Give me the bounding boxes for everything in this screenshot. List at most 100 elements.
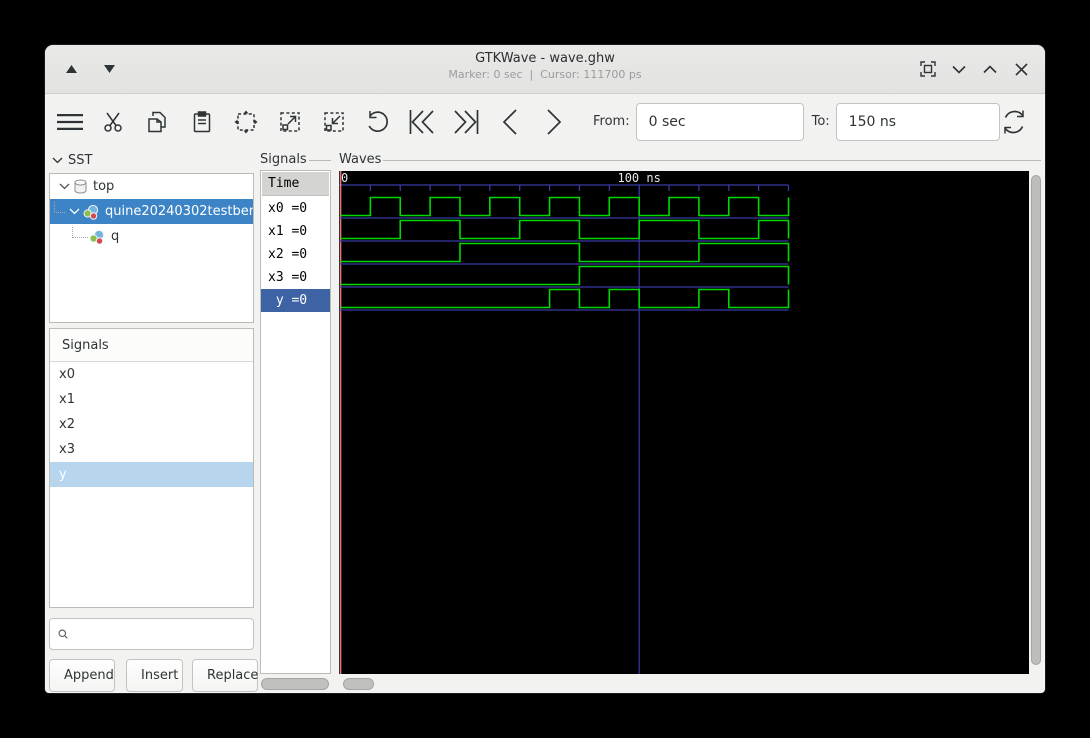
skip-to-end-icon xyxy=(454,109,479,134)
tree-connector xyxy=(54,202,65,213)
chevron-down-icon xyxy=(952,65,966,74)
insert-button[interactable]: Insert xyxy=(126,659,183,692)
scrollbar-thumb[interactable] xyxy=(343,678,374,690)
zoom-out-icon xyxy=(324,111,344,132)
time-header[interactable]: Time xyxy=(262,172,329,196)
tree-node-testbench[interactable]: quine20240302testbench xyxy=(50,199,253,224)
hamburger-icon xyxy=(57,113,83,130)
search-icon xyxy=(58,629,68,639)
fullscreen-button[interactable] xyxy=(916,57,940,81)
undo-button[interactable] xyxy=(365,107,391,137)
append-button[interactable]: Append xyxy=(49,659,115,692)
clipboard-icon xyxy=(193,110,211,132)
value-row-x0[interactable]: x0 =0 xyxy=(261,197,330,220)
down-triangle-icon xyxy=(103,65,115,73)
wave-trace-y xyxy=(340,288,790,309)
scrollbar-thumb[interactable] xyxy=(1031,175,1041,665)
tree-node-q[interactable]: q xyxy=(50,224,253,249)
move-down-button[interactable] xyxy=(97,57,121,81)
scissors-icon xyxy=(104,112,122,132)
zoom-fit-button[interactable] xyxy=(233,107,259,137)
fullscreen-icon xyxy=(920,61,936,77)
chevron-right-icon xyxy=(547,108,562,135)
tree-expander-icon[interactable] xyxy=(59,183,70,190)
search-input[interactable] xyxy=(75,626,245,642)
sst-expander[interactable]: SST xyxy=(49,150,254,170)
value-row-y[interactable]: y =0 xyxy=(261,289,330,312)
value-row-x3[interactable]: x3 =0 xyxy=(261,266,330,289)
timeline-label: 100 ns xyxy=(617,171,660,185)
marker-cursor-status: Marker: 0 sec | Cursor: 111700 ps xyxy=(448,68,642,81)
timeline-label: 0 xyxy=(341,171,348,185)
wave-trace-x3 xyxy=(340,265,790,286)
from-input[interactable] xyxy=(635,102,804,141)
paste-button[interactable] xyxy=(189,107,215,137)
next-edge-button[interactable] xyxy=(541,107,567,137)
signal-item-x3[interactable]: x3 xyxy=(50,437,253,462)
signal-item-x0[interactable]: x0 xyxy=(50,362,253,387)
tree-node-label: quine20240302testbench xyxy=(105,204,253,219)
values-panel: Time x0 =0 x1 =0 x2 =0 x3 =0 y =0 xyxy=(260,170,331,674)
wave-display[interactable]: 0 100 ns xyxy=(339,171,1029,674)
waves-vscrollbar xyxy=(1031,173,1041,671)
chevron-up-icon xyxy=(983,64,997,73)
signal-item-y[interactable]: y xyxy=(50,462,253,487)
component-spheres-icon xyxy=(83,204,99,220)
signal-search[interactable] xyxy=(49,618,254,650)
zoom-out-button[interactable] xyxy=(321,107,347,137)
wave-trace-x1 xyxy=(340,219,790,240)
skip-to-start-icon xyxy=(409,109,434,134)
go-to-start-button[interactable] xyxy=(409,107,435,137)
sst-tree: top quine20240302testbench xyxy=(49,173,254,323)
move-up-button[interactable] xyxy=(59,57,83,81)
to-input[interactable] xyxy=(835,102,1000,141)
module-cylinder-icon xyxy=(74,179,87,194)
cut-button[interactable] xyxy=(101,107,127,137)
value-row-x1[interactable]: x1 =0 xyxy=(261,220,330,243)
wave-trace-x0 xyxy=(340,196,790,217)
gtkwave-window: GTKWave - wave.ghw Marker: 0 sec | Curso… xyxy=(44,44,1046,694)
close-icon xyxy=(1014,62,1028,76)
signal-item-x2[interactable]: x2 xyxy=(50,412,253,437)
value-row-x2[interactable]: x2 =0 xyxy=(261,243,330,266)
tree-node-label: q xyxy=(111,229,120,244)
from-label: From: xyxy=(593,114,630,129)
tree-expander-icon[interactable] xyxy=(69,208,80,215)
copy-button[interactable] xyxy=(145,107,171,137)
signal-list: Signals x0 x1 x2 x3 y xyxy=(49,328,254,608)
prev-edge-button[interactable] xyxy=(497,107,523,137)
sst-label: SST xyxy=(68,152,93,168)
tree-node-top[interactable]: top xyxy=(50,174,253,199)
minimize-button[interactable] xyxy=(947,57,971,81)
scrollbar-thumb[interactable] xyxy=(261,678,329,690)
frame-border xyxy=(383,160,1041,161)
to-label: To: xyxy=(811,114,830,129)
zoom-in-icon xyxy=(280,111,300,132)
signal-list-header[interactable]: Signals xyxy=(50,329,253,362)
replace-button[interactable]: Replace xyxy=(192,659,258,692)
copy-icon xyxy=(148,111,166,132)
up-triangle-icon xyxy=(65,65,77,73)
component-spheres-icon xyxy=(89,229,105,245)
values-panel-label: Signals xyxy=(260,152,307,167)
maximize-button[interactable] xyxy=(978,57,1002,81)
waves-panel-label: Waves xyxy=(339,152,382,167)
go-to-end-button[interactable] xyxy=(453,107,479,137)
menu-button[interactable] xyxy=(57,107,83,137)
window-title: GTKWave - wave.ghw xyxy=(475,51,615,66)
expander-chevron-icon xyxy=(52,157,63,163)
frame-border xyxy=(308,160,331,161)
tree-node-label: top xyxy=(93,179,115,194)
reload-icon xyxy=(1004,110,1024,133)
titlebar: GTKWave - wave.ghw Marker: 0 sec | Curso… xyxy=(45,45,1045,94)
main-content: SST top quine20240302testbe q Signals x0… xyxy=(45,149,1045,693)
zoom-in-button[interactable] xyxy=(277,107,303,137)
zoom-fit-icon xyxy=(234,110,258,133)
close-button[interactable] xyxy=(1009,57,1033,81)
tree-connector xyxy=(72,227,88,238)
undo-icon xyxy=(368,110,388,132)
signal-item-x1[interactable]: x1 xyxy=(50,387,253,412)
waves-hscrollbar xyxy=(339,677,1041,691)
reload-button[interactable] xyxy=(1001,107,1027,137)
wave-trace-x2 xyxy=(340,242,790,263)
